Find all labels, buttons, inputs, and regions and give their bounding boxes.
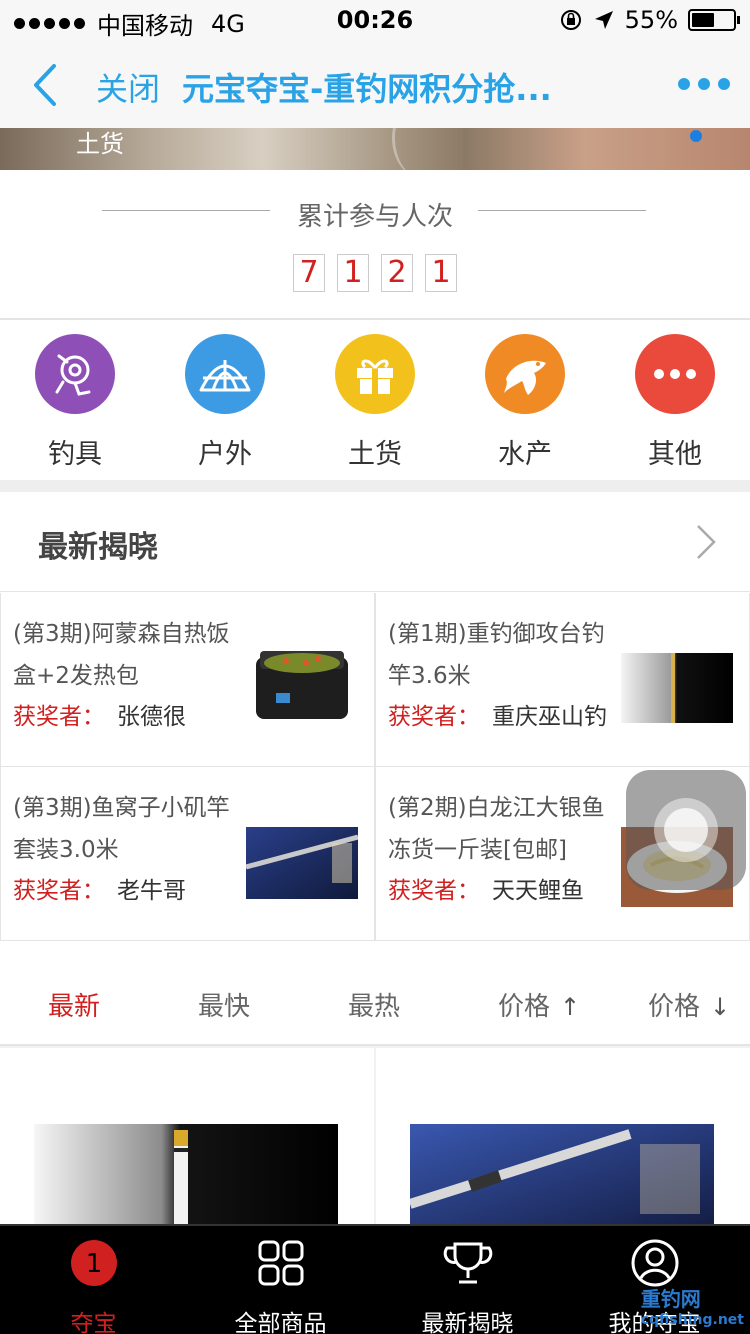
- bottom-tab-bar: 1 夺宝 全部商品 最新揭晓 我的夺宝 重钓网 cqfishing.net: [0, 1224, 750, 1334]
- latest-reveal-header[interactable]: 最新揭晓: [0, 492, 750, 592]
- participation-digits: 7 1 2 1: [0, 254, 750, 292]
- product-thumbnail: [246, 633, 358, 733]
- fishing-reel-icon: [35, 334, 115, 414]
- user-icon: [631, 1239, 678, 1287]
- tab-hottest[interactable]: 最热: [348, 986, 400, 1023]
- navigation-bar: 关闭 元宝夺宝-重钓网积分抢...: [0, 40, 750, 128]
- tab-all-products[interactable]: 全部商品: [187, 1238, 374, 1334]
- tab-newest[interactable]: 最新: [48, 986, 100, 1023]
- section-divider: [0, 480, 750, 492]
- product-image: [34, 1124, 338, 1224]
- trophy-icon: [443, 1242, 492, 1284]
- chevron-right-icon: [697, 525, 716, 559]
- gift-icon: [335, 334, 415, 414]
- watermark-url: cqfishing.net: [640, 1312, 744, 1328]
- winner-label: 获奖者：: [13, 704, 105, 730]
- category-label: 水产: [498, 439, 552, 470]
- category-outdoor[interactable]: 户外: [150, 334, 300, 471]
- counter-digit: 2: [381, 254, 413, 292]
- assistive-touch-core: [664, 808, 708, 852]
- category-label: 钓具: [48, 439, 102, 470]
- category-fishing-gear[interactable]: 钓具: [0, 334, 150, 471]
- product-name: (第2期)白龙江大银鱼冻货一斤装[包邮]: [388, 795, 605, 863]
- product-card[interactable]: [0, 1048, 374, 1224]
- arrow-up-icon: ↑: [560, 993, 581, 1021]
- tab-label: 全部商品: [234, 1311, 327, 1334]
- tab-badge-number: 1: [85, 1249, 102, 1279]
- tent-icon: [185, 334, 265, 414]
- product-thumbnail: [621, 633, 733, 733]
- divider-line: [478, 210, 646, 211]
- back-chevron-icon[interactable]: [30, 62, 60, 108]
- tab-latest-reveal[interactable]: 最新揭晓: [374, 1238, 561, 1334]
- winner-name: 天天鲤鱼: [492, 878, 584, 904]
- product-name: (第3期)鱼窝子小矶竿套装3.0米: [13, 795, 230, 863]
- winner-name: 张德很: [117, 704, 186, 730]
- sort-tabs: 最新 最快 最热 价格 ↑ 价格 ↓: [0, 958, 750, 1046]
- reveal-item[interactable]: (第3期)阿蒙森自热饭盒+2发热包 获奖者： 张德很: [0, 593, 375, 767]
- winner-name: 重庆巫山钓: [492, 704, 607, 730]
- winner-line: 获奖者： 张德很: [13, 697, 186, 731]
- winner-label: 获奖者：: [388, 878, 480, 904]
- counter-digit: 7: [293, 254, 325, 292]
- sort-label: 价格: [648, 992, 701, 1022]
- section-spacer: [0, 941, 750, 958]
- rotation-lock-icon: [560, 10, 581, 30]
- status-bar: 中国移动 4G 00:26 55%: [0, 0, 750, 40]
- product-list: [0, 1046, 750, 1224]
- tab-fastest[interactable]: 最快: [198, 986, 250, 1023]
- winner-label: 获奖者：: [13, 878, 105, 904]
- winner-label: 获奖者：: [388, 704, 480, 730]
- category-other[interactable]: 其他: [600, 334, 750, 471]
- category-label: 户外: [198, 439, 252, 470]
- site-watermark: 重钓网 cqfishing.net: [641, 1283, 744, 1328]
- banner-page-indicator: [690, 130, 702, 142]
- section-title: 最新揭晓: [38, 530, 158, 565]
- page-title: 元宝夺宝-重钓网积分抢...: [182, 70, 552, 108]
- category-label: 土货: [348, 439, 402, 470]
- grid-icon: [258, 1240, 303, 1286]
- participation-counter: 累计参与人次 7 1 2 1: [0, 170, 750, 320]
- reveal-item[interactable]: (第1期)重钓御攻台钓竿3.6米 获奖者： 重庆巫山钓: [375, 593, 750, 767]
- counter-digit: 1: [337, 254, 369, 292]
- winner-line: 获奖者： 重庆巫山钓: [388, 697, 607, 731]
- product-image: [410, 1124, 714, 1224]
- reveal-item[interactable]: (第3期)鱼窝子小矶竿套装3.0米 获奖者： 老牛哥: [0, 767, 375, 941]
- product-name: (第3期)阿蒙森自热饭盒+2发热包: [13, 621, 230, 689]
- location-arrow-icon: [594, 11, 613, 29]
- assistive-touch-button[interactable]: [626, 770, 746, 890]
- winner-line: 获奖者： 天天鲤鱼: [388, 871, 584, 905]
- winner-name: 老牛哥: [117, 878, 186, 904]
- category-label: 其他: [648, 439, 702, 470]
- product-card[interactable]: [376, 1048, 750, 1224]
- category-local-goods[interactable]: 土货: [300, 334, 450, 471]
- participation-title: 累计参与人次: [296, 202, 453, 232]
- category-menu: 钓具 户外 土货 水产 其他: [0, 320, 750, 480]
- product-name: (第1期)重钓御攻台钓竿3.6米: [388, 621, 605, 689]
- tab-price-ascending[interactable]: 价格 ↑: [498, 986, 580, 1023]
- arrow-down-icon: ↓: [710, 993, 731, 1021]
- close-button[interactable]: 关闭: [96, 64, 160, 110]
- sort-label: 价格: [498, 992, 551, 1022]
- tab-price-descending[interactable]: 价格 ↓: [648, 986, 730, 1023]
- banner-caption: 土货: [76, 130, 124, 158]
- counter-digit: 1: [425, 254, 457, 292]
- fish-icon: [485, 334, 565, 414]
- tab-label: 夺宝: [70, 1311, 117, 1334]
- tab-treasure[interactable]: 1 夺宝: [0, 1238, 187, 1334]
- promo-banner[interactable]: 土货: [0, 128, 750, 170]
- tab-label: 最新揭晓: [421, 1311, 514, 1334]
- badge-one-icon: 1: [70, 1240, 117, 1286]
- winner-line: 获奖者： 老牛哥: [13, 871, 186, 905]
- battery-percent: 55%: [624, 6, 678, 34]
- watermark-text: 重钓网: [640, 1287, 701, 1311]
- category-aquatic[interactable]: 水产: [450, 334, 600, 471]
- banner-decoration: [392, 128, 452, 170]
- more-icon: [635, 334, 715, 414]
- more-options-icon[interactable]: [678, 78, 730, 90]
- battery-icon: [688, 9, 740, 31]
- latest-reveal-grid: (第3期)阿蒙森自热饭盒+2发热包 获奖者： 张德很 (第1期)重钓御攻台钓竿3.…: [0, 593, 750, 941]
- product-thumbnail: [246, 807, 358, 907]
